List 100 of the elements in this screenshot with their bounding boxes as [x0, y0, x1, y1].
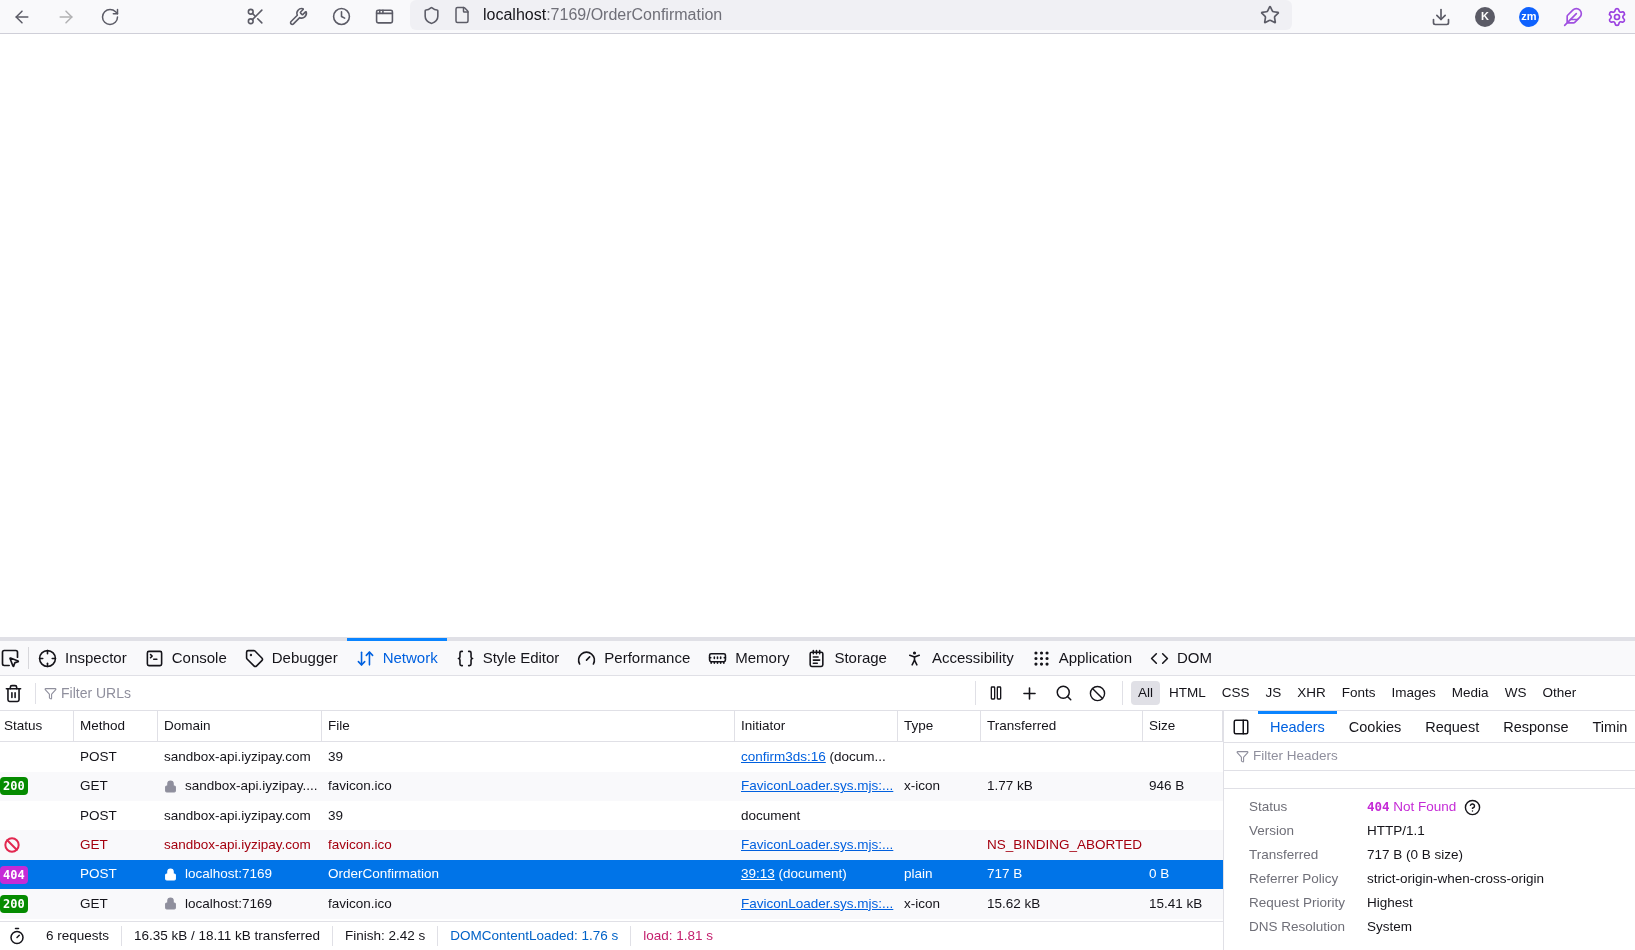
details-tab[interactable]: Headers [1258, 710, 1337, 743]
method-text: GET [80, 894, 108, 913]
initiator-link[interactable]: confirm3ds:16 [741, 746, 826, 768]
column-header[interactable]: Status [0, 711, 74, 742]
method-text: GET [80, 777, 108, 796]
type-filter[interactable]: HTML [1162, 680, 1213, 706]
request-row[interactable]: 200 GET sandbox-api.iyzipay.... favicon.ico FaviconLoader.sys.mjs:... x-icon 1.77 kB 946 B [0, 771, 1223, 802]
size-text: 15.41 kB [1149, 894, 1203, 913]
initiator-text: (document) [777, 865, 847, 884]
page-icon [453, 6, 471, 24]
initiator-link[interactable]: FaviconLoader.sys.mjs:... [741, 835, 894, 856]
file-text: favicon.ico [328, 894, 392, 913]
devtools-tab[interactable]: Style Editor [446, 637, 569, 676]
domain-text: sandbox-api.iyzipay.com [164, 836, 311, 855]
status-code: 200 [0, 894, 28, 913]
type-filter[interactable]: XHR [1290, 680, 1333, 706]
header-label: Status [1248, 797, 1289, 816]
window-icon[interactable] [375, 7, 394, 26]
pause-icon[interactable] [988, 685, 1004, 701]
header-label: Request Priority [1248, 893, 1347, 912]
shield-icon[interactable] [422, 5, 441, 25]
panel-toggle-icon[interactable] [1232, 717, 1250, 736]
type-filter[interactable]: WS [1497, 680, 1534, 706]
request-row[interactable]: GET sandbox-api.iyzipay.com favicon.ico FaviconLoader.sys.mjs:... NS_BINDING_ABORTED [0, 830, 1223, 860]
history-icon[interactable] [332, 7, 351, 26]
gear-icon[interactable] [1607, 6, 1627, 27]
column-header[interactable]: Size [1143, 711, 1223, 742]
devtools-tab[interactable]: DOM [1141, 637, 1222, 676]
reload-button[interactable] [100, 6, 120, 27]
summary-text: Finish: 2.42 s [331, 925, 438, 946]
type-filter[interactable]: All [1131, 680, 1160, 706]
summary-text: DOMContentLoaded: 1.76 s [437, 925, 631, 946]
type-filter[interactable]: Other [1535, 680, 1584, 706]
summary-text: load: 1.81 s [630, 925, 726, 946]
type-filter[interactable]: Fonts [1334, 680, 1383, 706]
tag-icon [244, 648, 264, 668]
status-value: 404 Not Found [1367, 797, 1457, 816]
avatar[interactable]: zm [1519, 6, 1539, 27]
bookmark-star-icon[interactable] [1260, 5, 1280, 25]
filter-urls-field[interactable]: Filter URLs [61, 682, 361, 704]
devtools-tab[interactable]: Accessibility [895, 637, 1023, 676]
details-tab[interactable]: Timin [1580, 710, 1635, 743]
clear-icon[interactable] [4, 683, 23, 703]
block-icon[interactable] [1089, 684, 1106, 702]
transferred-text: 1.77 kB [987, 777, 1033, 796]
details-tab[interactable]: Request [1413, 710, 1492, 743]
header-label: Version [1248, 821, 1296, 840]
file-text: favicon.ico [328, 836, 392, 855]
notepad-icon [807, 648, 827, 668]
wrench-icon[interactable] [289, 7, 308, 26]
crosshair-icon [38, 648, 57, 668]
method-text: POST [80, 806, 117, 825]
status-code: 404 [0, 865, 28, 884]
request-row[interactable]: 200 GET localhost:7169 favicon.ico FaviconLoader.sys.mjs:... x-icon 15.62 kB 15.41 kB [0, 889, 1223, 919]
help-icon[interactable] [1464, 798, 1482, 816]
domain-text: sandbox-api.iyzipay.... [185, 777, 318, 796]
devtools-tab[interactable]: Network [346, 637, 447, 676]
screenshot-icon[interactable] [246, 7, 265, 26]
type-filter[interactable]: JS [1258, 680, 1289, 706]
devtools-tab[interactable]: Console [135, 637, 236, 676]
feather-icon[interactable] [1563, 6, 1583, 27]
header-label: DNS Resolution [1248, 917, 1347, 936]
method-text: POST [80, 865, 117, 884]
column-header[interactable]: Transferred [981, 711, 1143, 742]
summary-text: 16.35 kB / 18.11 kB transferred [121, 925, 332, 946]
initiator-text: document [741, 806, 801, 825]
filter-headers-field[interactable]: Filter Headers [1253, 746, 1453, 767]
initiator-link[interactable]: 39:13 [741, 864, 775, 885]
column-header[interactable]: Method [74, 711, 158, 742]
details-tab[interactable]: Response [1491, 710, 1581, 743]
devtools-tab[interactable]: Inspector [29, 637, 136, 676]
type-filter[interactable]: Images [1384, 680, 1443, 706]
file-text: OrderConfirmation [328, 865, 440, 884]
initiator-link[interactable]: FaviconLoader.sys.mjs:... [741, 776, 894, 797]
initiator-link[interactable]: FaviconLoader.sys.mjs:... [741, 893, 894, 915]
column-header[interactable]: Domain [158, 711, 322, 742]
element-picker-icon[interactable] [0, 648, 20, 668]
devtools-tab[interactable]: Debugger [235, 637, 347, 676]
type-text: x-icon [904, 777, 940, 796]
avatar[interactable]: K [1475, 6, 1495, 27]
header-value: 717 B (0 B size) [1367, 845, 1464, 864]
summary-text: 6 requests [45, 926, 111, 945]
timer-icon[interactable] [8, 926, 26, 945]
column-header[interactable]: Type [898, 711, 981, 742]
column-header[interactable]: Initiator [735, 711, 898, 742]
address-bar[interactable]: localhost:7169/OrderConfirmation [410, 0, 1292, 30]
type-text: plain [904, 865, 933, 884]
domain-text: localhost:7169 [185, 894, 273, 913]
devtools-tab[interactable]: Memory [699, 637, 799, 676]
details-tab[interactable]: Cookies [1336, 710, 1414, 743]
column-header[interactable]: File [322, 711, 735, 742]
header-value: strict-origin-when-cross-origin [1367, 869, 1545, 888]
type-filter[interactable]: CSS [1214, 680, 1257, 706]
download-icon[interactable] [1431, 6, 1451, 27]
devtools-tab[interactable]: Application [1022, 637, 1142, 676]
devtools-tab[interactable]: Storage [798, 637, 896, 676]
devtools-tab[interactable]: Performance [568, 637, 700, 676]
request-row[interactable]: 404 POST localhost:7169 OrderConfirmation 39:13 (document) plain 717 B 0 B [0, 859, 1223, 890]
search-icon[interactable] [1055, 684, 1073, 702]
type-filter[interactable]: Media [1444, 680, 1496, 706]
